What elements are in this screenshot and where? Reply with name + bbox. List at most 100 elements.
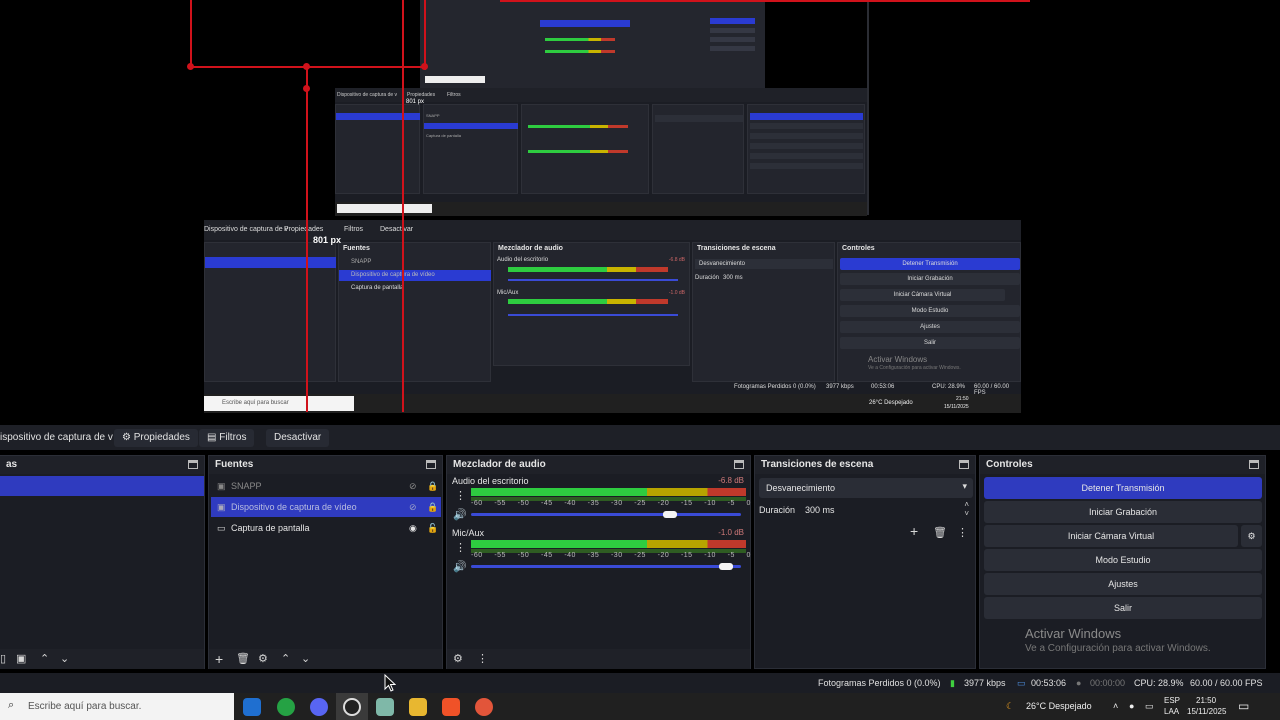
transform-guide-v2[interactable]	[306, 66, 308, 412]
volume-slider[interactable]	[471, 513, 741, 516]
taskbar-search[interactable]: ⌕ Escribe aquí para buscar.	[0, 693, 234, 720]
start-recording-button[interactable]: Iniciar Grabación	[984, 501, 1262, 523]
microphone-app-icon[interactable]	[475, 698, 493, 716]
kebab-menu-icon[interactable]: ⋮	[455, 541, 466, 555]
advanced-audio-gear-icon[interactable]: ⚙	[453, 652, 463, 666]
deactivate-button[interactable]: Desactivar	[266, 429, 330, 447]
remove-scene-icon[interactable]: ▯	[0, 652, 6, 666]
add-transition-icon[interactable]: +	[910, 524, 918, 538]
properties-button[interactable]: ⚙ Propiedades	[114, 429, 198, 447]
volume-slider-handle[interactable]	[719, 563, 733, 570]
folder-icon[interactable]	[409, 698, 427, 716]
selected-source-name: ispositivo de captura de v	[0, 432, 113, 443]
add-source-icon[interactable]: +	[215, 652, 223, 666]
mid-source-3: Captura de pantalla	[351, 285, 404, 291]
popout-icon[interactable]	[959, 460, 969, 469]
mic-tray-icon[interactable]: ●	[1129, 693, 1134, 720]
transform-handle-2[interactable]	[303, 63, 310, 70]
virtual-camera-settings-button[interactable]: ⚙	[1241, 525, 1262, 547]
network-icon[interactable]: ▭	[1145, 693, 1154, 720]
filters-button[interactable]: ▤ Filtros	[199, 429, 255, 447]
spin-up-icon[interactable]: ˄	[964, 500, 969, 509]
source-item[interactable]: ▭ Captura de pantalla ◉ 🔓	[211, 518, 441, 538]
notifications-icon[interactable]: ▭	[1238, 693, 1249, 720]
transform-guide-top[interactable]	[500, 0, 1030, 2]
lock-icon[interactable]: 🔒	[427, 497, 438, 517]
nested-capture-large: Dispositivo de captura de v Propiedades …	[204, 220, 1021, 413]
gear-icon[interactable]: ⚙	[258, 652, 268, 666]
start-virtual-camera-button[interactable]: Iniciar Cámara Virtual	[984, 525, 1238, 547]
source-item[interactable]: ▣ SNAPP ⊘ 🔒	[211, 476, 441, 496]
move-up-icon[interactable]: ⌃	[40, 652, 49, 666]
mid-toolbar-source: Dispositivo de captura de v	[204, 226, 289, 233]
transform-handle-3[interactable]	[303, 85, 310, 92]
kebab-menu-icon[interactable]: ⋮	[455, 489, 466, 503]
exit-button[interactable]: Salir	[984, 597, 1262, 619]
obs-taskbar-button[interactable]	[336, 693, 368, 720]
nested-capture-edge	[867, 0, 869, 215]
popout-icon[interactable]	[1249, 460, 1259, 469]
image-icon: ▣	[217, 481, 226, 491]
whatsapp-icon[interactable]	[277, 698, 295, 716]
kebab-menu-icon[interactable]: ⋮	[477, 652, 488, 666]
weather-text[interactable]: 26°C Despejado	[1026, 693, 1092, 720]
source-label: Dispositivo de captura de vídeo	[231, 502, 357, 512]
move-up-icon[interactable]: ⌃	[281, 652, 290, 666]
preview-canvas[interactable]: Dispositivo de captura de v Propiedades …	[0, 0, 1280, 420]
chevron-up-icon[interactable]: ˄	[1113, 693, 1118, 720]
trash-icon[interactable]: 🗑	[236, 652, 250, 666]
stop-streaming-button[interactable]: Detener Transmisión	[984, 477, 1262, 499]
settings-button[interactable]: Ajustes	[984, 573, 1262, 595]
stream-time: 00:53:06	[1031, 678, 1067, 688]
mouse-cursor-icon	[384, 674, 396, 692]
record-time: 00:00:00	[1090, 678, 1126, 688]
notepad-icon[interactable]	[376, 698, 394, 716]
outlook-icon[interactable]	[243, 698, 261, 716]
meter-scale: -60 -55 -50 -45 -40 -35 -30 -25 -20 -15 -10 -5 0	[471, 500, 751, 507]
volume-slider-handle[interactable]	[663, 511, 677, 518]
cpu-usage: CPU: 28.9%	[1134, 678, 1184, 688]
audio-meter	[471, 488, 746, 496]
popout-icon[interactable]	[188, 460, 198, 469]
duration-label: Duración	[759, 505, 796, 515]
mid-source-2: Dispositivo de captura de vídeo	[351, 272, 435, 278]
brave-icon[interactable]	[442, 698, 460, 716]
move-down-icon[interactable]: ⌄	[60, 652, 69, 666]
transform-guide-v4[interactable]	[424, 0, 426, 70]
duration-spinbox[interactable]: 300 ms ˄ ˅	[799, 500, 973, 520]
spin-down-icon[interactable]: ˅	[964, 509, 969, 518]
language-layout[interactable]: LAA	[1164, 707, 1179, 716]
transition-select[interactable]: Desvanecimiento ▾	[759, 478, 973, 498]
mid-status-time: 00:53:06	[871, 384, 895, 390]
trash-icon[interactable]: 🗑	[933, 526, 947, 540]
studio-mode-button[interactable]: Modo Estudio	[984, 549, 1262, 571]
mid-control-6: Salir	[840, 337, 1020, 349]
transform-guide-v3[interactable]	[402, 0, 404, 412]
speaker-icon[interactable]: 🔊	[453, 508, 467, 522]
eye-icon[interactable]: ◉	[409, 518, 417, 538]
language-code[interactable]: ESP	[1164, 696, 1180, 705]
clock-date[interactable]: 15/11/2025	[1187, 707, 1226, 716]
scene-item-selected[interactable]	[0, 476, 204, 496]
discord-icon[interactable]	[310, 698, 328, 716]
popout-icon[interactable]	[734, 460, 744, 469]
transform-handle-1[interactable]	[187, 63, 194, 70]
clock-time[interactable]: 21:50	[1196, 696, 1216, 705]
mid-transition: Desvanecimiento	[699, 261, 746, 267]
source-item-selected[interactable]: ▣ Dispositivo de captura de vídeo ⊘ 🔒	[211, 497, 441, 517]
mid-audio-1-db: -6.8 dB	[668, 257, 685, 263]
speaker-icon[interactable]: 🔊	[453, 560, 467, 574]
audio-meter	[471, 540, 746, 548]
move-down-icon[interactable]: ⌄	[301, 652, 310, 666]
transform-guide-v1[interactable]	[190, 0, 192, 68]
unlock-icon[interactable]: 🔓	[427, 518, 438, 538]
volume-slider[interactable]	[471, 565, 741, 568]
transform-handle-4[interactable]	[421, 63, 428, 70]
popout-icon[interactable]	[426, 460, 436, 469]
kebab-menu-icon[interactable]: ⋮	[957, 526, 968, 540]
mid-toolbar-filters: Filtros	[344, 226, 364, 233]
eye-hidden-icon[interactable]: ⊘	[409, 476, 417, 496]
lock-icon[interactable]: 🔒	[427, 476, 438, 496]
filter-icon[interactable]: ▣	[16, 652, 26, 666]
eye-hidden-icon[interactable]: ⊘	[409, 497, 417, 517]
